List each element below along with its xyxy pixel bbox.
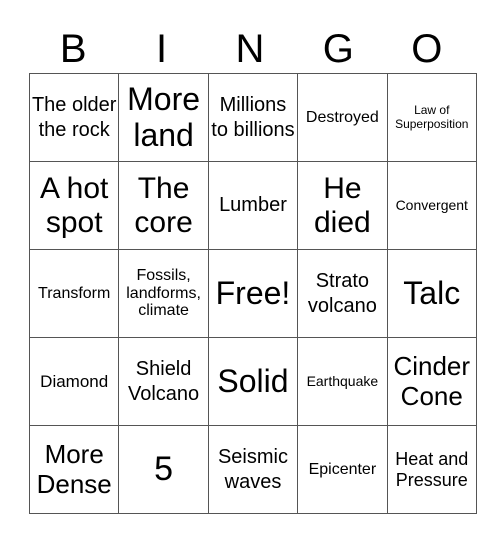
header-letter-g: G (322, 27, 354, 71)
header-letter-i: I (156, 27, 168, 71)
bingo-cell[interactable]: The older the rock (28, 73, 120, 162)
bingo-header: B I N G O (29, 26, 471, 72)
bingo-cell[interactable]: Shield Volcano (118, 337, 209, 426)
bingo-cell[interactable]: Strato volcano (297, 249, 388, 338)
bingo-cell[interactable]: Diamond (28, 337, 120, 426)
header-letter-b: B (59, 27, 87, 71)
header-letter-n: N (235, 27, 265, 71)
bingo-cell[interactable]: Seismic waves (207, 425, 299, 514)
bingo-cell[interactable]: Talc (386, 249, 477, 338)
bingo-cell[interactable]: Law of Superposition (386, 73, 477, 162)
bingo-cell[interactable]: Transform (28, 249, 120, 338)
bingo-cell[interactable]: More land (118, 73, 209, 162)
bingo-cell[interactable]: Convergent (386, 161, 477, 250)
grid-row: A hot spot The core Lumber He died Conve… (28, 161, 477, 250)
bingo-cell[interactable]: Earthquake (297, 337, 388, 426)
bingo-cell[interactable]: Heat and Pressure (386, 425, 477, 514)
bingo-cell[interactable]: 5 (118, 425, 209, 514)
header-letter-o: O (411, 27, 443, 71)
bingo-cell[interactable]: The core (118, 161, 209, 250)
grid-row: More Dense 5 Seismic waves Epicenter Hea… (28, 425, 477, 514)
bingo-cell[interactable]: Lumber (207, 161, 299, 250)
bingo-cell[interactable]: Millions to billions (207, 73, 299, 162)
bingo-cell[interactable]: A hot spot (28, 161, 120, 250)
free-space-cell[interactable]: Free! (207, 249, 299, 338)
grid-row: The older the rock More land Millions to… (28, 73, 477, 162)
bingo-cell[interactable]: Destroyed (297, 73, 388, 162)
bingo-cell[interactable]: Epicenter (297, 425, 388, 514)
bingo-cell[interactable]: Fossils, landforms, climate (118, 249, 209, 338)
bingo-cell[interactable]: Cinder Cone (386, 337, 477, 426)
bingo-cell[interactable]: Solid (207, 337, 299, 426)
bingo-grid: The older the rock More land Millions to… (28, 73, 477, 514)
grid-row: Transform Fossils, landforms, climate Fr… (28, 249, 477, 338)
bingo-cell[interactable]: More Dense (28, 425, 120, 514)
grid-row: Diamond Shield Volcano Solid Earthquake … (28, 337, 477, 426)
bingo-cell[interactable]: He died (297, 161, 388, 250)
